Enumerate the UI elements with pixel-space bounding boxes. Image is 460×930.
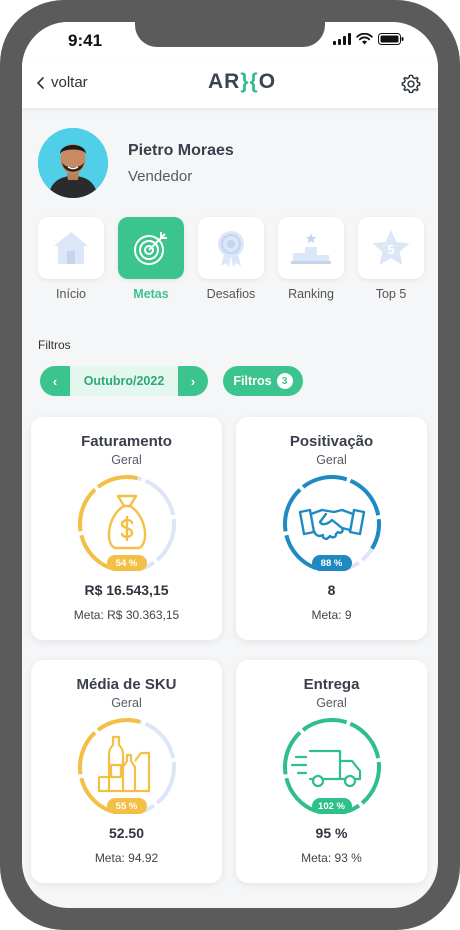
logo-prefix: AR	[208, 70, 241, 93]
goal-card-entrega[interactable]: Entrega Geral 102 % 95 % Meta: 93 %	[236, 660, 427, 883]
profile-name: Pietro Moraes	[128, 141, 234, 159]
profile-header: Pietro Moraes Vendedor	[38, 128, 234, 198]
app-logo: AR}{O	[208, 70, 276, 94]
logo-suffix: O	[258, 70, 277, 93]
filters-button-label: Filtros	[233, 374, 272, 388]
house-icon	[54, 232, 88, 264]
menu-label: Metas	[133, 287, 169, 301]
period-value: Outubro/2022	[83, 374, 165, 388]
goal-card-faturamento[interactable]: Faturamento Geral 54 % R$ 16.543,15 Meta…	[31, 417, 222, 640]
goal-card-positivacao[interactable]: Positivação Geral 88 % 8 Meta: 9	[236, 417, 427, 640]
menu-item-desafios[interactable]: Desafios	[198, 217, 264, 301]
battery-icon	[378, 33, 404, 45]
percent-badge: 54 %	[106, 555, 147, 571]
status-time: 9:41	[68, 31, 103, 50]
star-icon: 5	[372, 230, 410, 265]
profile-text: Pietro Moraes Vendedor	[128, 142, 234, 185]
percent-badge: 55 %	[106, 798, 147, 814]
card-meta: Meta: 94.92	[94, 851, 159, 865]
progress-gauge: 55 %	[75, 715, 179, 819]
settings-button[interactable]	[400, 73, 422, 100]
menu-tile	[38, 217, 104, 279]
filters-count-badge: 3	[276, 373, 293, 389]
period-selector: ‹ Outubro/2022 ›	[40, 366, 208, 396]
percent-badge: 102 %	[311, 798, 352, 814]
back-label: voltar	[51, 74, 88, 91]
next-period-button[interactable]: ›	[178, 366, 208, 396]
card-title: Entrega	[303, 676, 360, 693]
menu-item-ranking[interactable]: Ranking	[278, 217, 344, 301]
filters-title: Filtros	[38, 338, 71, 352]
card-title: Faturamento	[81, 433, 172, 450]
back-button[interactable]: voltar	[36, 74, 88, 91]
avatar[interactable]	[38, 128, 108, 198]
top5-badge-number: 5	[387, 242, 394, 257]
progress-gauge: 54 %	[75, 472, 179, 576]
card-value: R$ 16.543,15	[84, 582, 169, 598]
previous-period-button[interactable]: ‹	[40, 366, 70, 396]
menu-label: Início	[56, 287, 86, 301]
main-menu: Início Metas Desafios Ranking 5 Top 5	[38, 217, 424, 301]
card-subtitle: Geral	[316, 696, 347, 710]
medal-icon	[218, 231, 244, 267]
gear-icon	[401, 74, 421, 94]
card-title: Média de SKU	[76, 676, 177, 693]
wifi-icon	[356, 33, 373, 45]
card-meta: Meta: R$ 30.363,15	[73, 608, 180, 622]
progress-gauge: 102 %	[280, 715, 384, 819]
card-meta: Meta: 93 %	[301, 851, 362, 865]
app-screen: 9:41 voltar AR}{O Pietro Moraes Vendedor…	[22, 22, 438, 908]
card-subtitle: Geral	[111, 453, 142, 467]
menu-tile	[278, 217, 344, 279]
filters-button[interactable]: Filtros 3	[223, 366, 303, 396]
menu-label: Ranking	[288, 287, 334, 301]
card-value: 52.50	[108, 825, 145, 841]
menu-label: Top 5	[375, 287, 407, 301]
menu-item-inicio[interactable]: Início	[38, 217, 104, 301]
menu-item-top5[interactable]: 5 Top 5	[358, 217, 424, 301]
top-nav-bar: voltar AR}{O	[22, 60, 438, 108]
card-subtitle: Geral	[111, 696, 142, 710]
percent-badge: 88 %	[311, 555, 352, 571]
notch	[135, 22, 325, 47]
podium-icon	[291, 233, 331, 264]
card-meta: Meta: 9	[311, 608, 352, 622]
goal-card-media-sku[interactable]: Média de SKU Geral 55 % 52.50 Meta: 94.9…	[31, 660, 222, 883]
status-icons	[333, 33, 404, 45]
progress-gauge: 88 %	[280, 472, 384, 576]
chevron-left-icon	[36, 76, 44, 89]
profile-role: Vendedor	[128, 167, 193, 185]
menu-tile	[118, 217, 184, 279]
menu-item-metas[interactable]: Metas	[118, 217, 184, 301]
chevron-right-icon: ›	[190, 373, 196, 389]
card-value: 8	[327, 582, 336, 598]
menu-tile: 5	[358, 217, 424, 279]
card-value: 95 %	[315, 825, 348, 841]
menu-tile	[198, 217, 264, 279]
avatar-portrait	[38, 128, 108, 198]
card-subtitle: Geral	[316, 453, 347, 467]
phone-frame: 9:41 voltar AR}{O Pietro Moraes Vendedor…	[0, 0, 460, 930]
card-title: Positivação	[289, 433, 374, 450]
signal-icon	[333, 33, 351, 45]
chevron-left-icon: ‹	[52, 373, 58, 389]
logo-accent: }{	[240, 70, 259, 93]
target-icon	[134, 232, 167, 265]
menu-label: Desafios	[206, 287, 256, 301]
